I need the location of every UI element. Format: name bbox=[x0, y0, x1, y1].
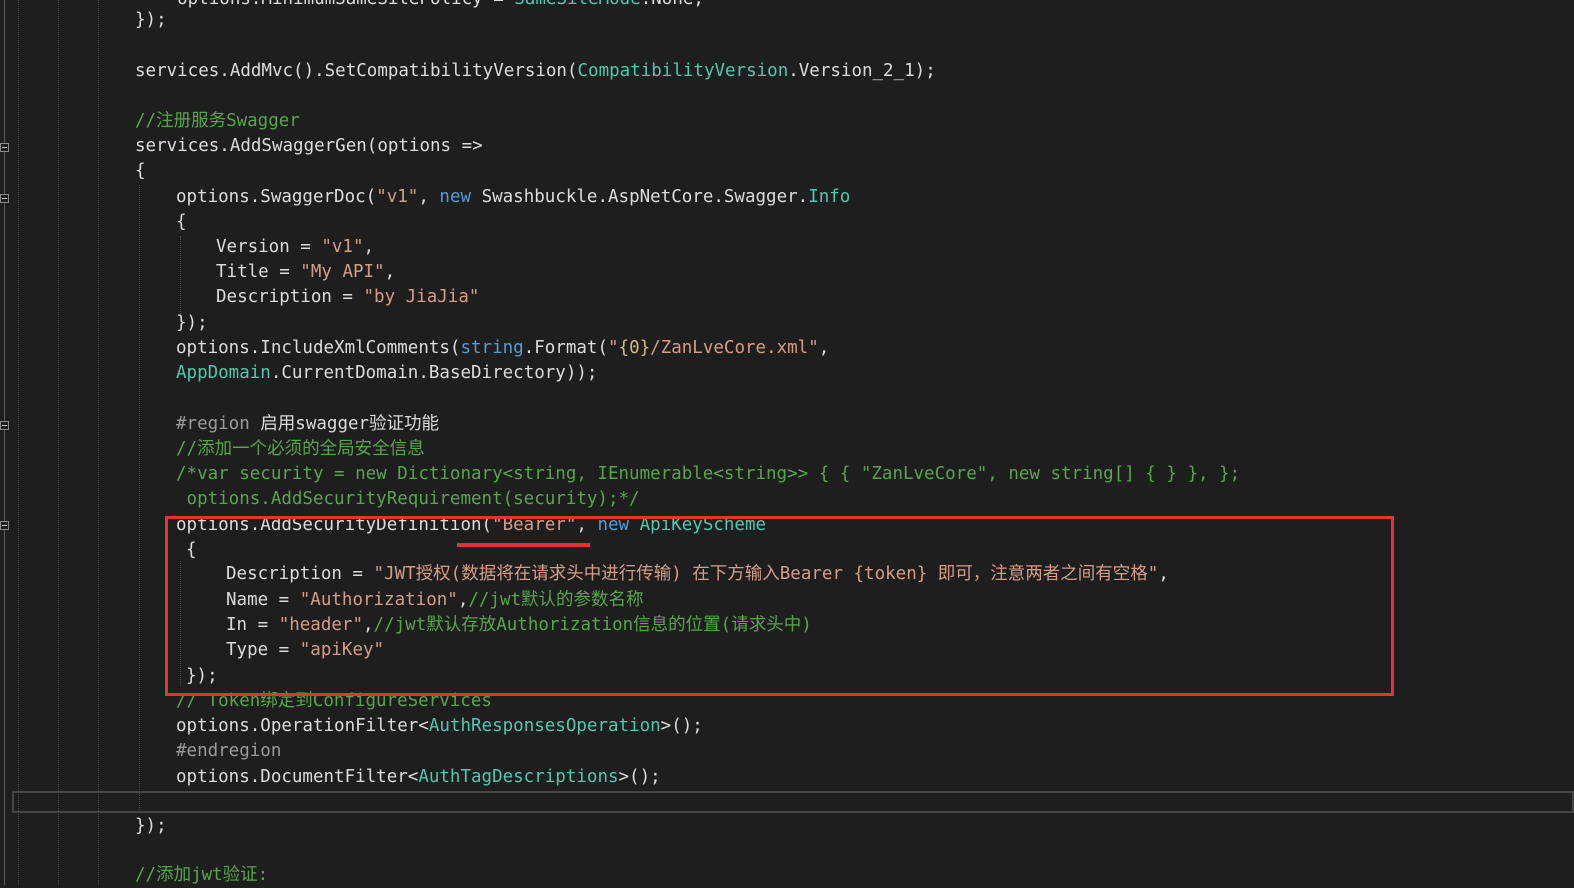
code-token: .Format( bbox=[523, 338, 608, 358]
code-token: }); bbox=[176, 313, 208, 333]
annotation-highlight-box bbox=[165, 516, 1394, 696]
code-token: /ZanLveCore.xml" bbox=[650, 338, 819, 358]
code-token: { bbox=[135, 161, 146, 181]
code-line[interactable]: }); bbox=[176, 311, 208, 336]
code-token: , bbox=[384, 262, 396, 282]
code-line[interactable]: #region 启用swagger验证功能 bbox=[176, 412, 439, 437]
code-token: CompatibilityVersion bbox=[577, 61, 789, 81]
current-line-highlight bbox=[12, 791, 1574, 813]
code-token: options.AddSecurityRequirement(security)… bbox=[176, 489, 640, 509]
code-token: new bbox=[439, 187, 472, 207]
code-line[interactable]: #endregion bbox=[176, 739, 281, 764]
code-token: #region bbox=[176, 414, 261, 434]
code-line[interactable]: //注册服务Swagger bbox=[135, 109, 300, 134]
code-line[interactable]: options.OperationFilter<AuthResponsesOpe… bbox=[176, 714, 703, 739]
code-token: Version = bbox=[216, 237, 322, 257]
code-token: }); bbox=[135, 10, 167, 30]
code-token: , bbox=[418, 187, 440, 207]
code-token: options.OperationFilter< bbox=[176, 716, 429, 736]
code-token: " bbox=[608, 338, 619, 358]
code-token: //添加jwt验证: bbox=[135, 865, 269, 885]
indent-guide bbox=[139, 185, 140, 810]
code-line[interactable]: }); bbox=[135, 8, 167, 33]
editor-margin-line bbox=[4, 0, 5, 885]
code-token: Swashbuckle.AspNetCore.Swagger. bbox=[471, 187, 809, 207]
code-token: "v1" bbox=[376, 187, 419, 207]
code-token: services.AddMvc().SetCompatibilityVersio… bbox=[135, 61, 578, 81]
code-line[interactable]: { bbox=[135, 159, 146, 184]
code-line[interactable]: }); bbox=[135, 814, 167, 839]
code-token: SameSiteMode bbox=[514, 0, 640, 9]
code-token: 启用swagger验证功能 bbox=[260, 414, 440, 434]
code-line[interactable]: { bbox=[176, 210, 187, 235]
code-token: {0} bbox=[618, 338, 651, 358]
code-token: >(); bbox=[618, 767, 661, 787]
indent-guide bbox=[98, 0, 99, 885]
code-token: .Version_2_1); bbox=[788, 61, 936, 81]
code-token: string bbox=[460, 338, 524, 358]
code-line[interactable]: //添加jwt验证: bbox=[135, 863, 268, 888]
code-token: options.DocumentFilter< bbox=[176, 767, 419, 787]
code-line[interactable]: AppDomain.CurrentDomain.BaseDirectory)); bbox=[176, 361, 597, 386]
code-token: options.MinimumSameSitePolicy = bbox=[135, 0, 514, 9]
code-token: "by JiaJia" bbox=[363, 287, 480, 307]
code-token: #endregion bbox=[176, 741, 282, 761]
code-line[interactable]: options.IncludeXmlComments(string.Format… bbox=[176, 336, 829, 361]
code-token: , bbox=[818, 338, 830, 358]
code-line[interactable]: options.SwaggerDoc("v1", new Swashbuckle… bbox=[176, 185, 850, 210]
code-token: AppDomain bbox=[176, 363, 271, 383]
code-token: .None; bbox=[641, 0, 704, 9]
code-line[interactable]: services.AddSwaggerGen(options => bbox=[135, 134, 483, 159]
code-line[interactable]: //添加一个必须的全局安全信息 bbox=[176, 437, 425, 462]
code-token: AuthTagDescriptions bbox=[418, 767, 619, 787]
indent-guide bbox=[180, 236, 181, 314]
code-line[interactable]: Description = "by JiaJia" bbox=[216, 285, 479, 310]
code-token: services.AddSwaggerGen(options => bbox=[135, 136, 483, 156]
code-line[interactable]: options.AddSecurityRequirement(security)… bbox=[176, 487, 640, 512]
fold-toggle-icon[interactable] bbox=[0, 143, 9, 152]
code-token: options.IncludeXmlComments( bbox=[176, 338, 461, 358]
code-token: /*var security = new Dictionary<string, … bbox=[176, 464, 1241, 484]
code-token: Info bbox=[808, 187, 851, 207]
code-token: Description = bbox=[216, 287, 364, 307]
indent-guide bbox=[18, 0, 19, 885]
code-token: Title = bbox=[216, 262, 301, 282]
code-line[interactable]: options.DocumentFilter<AuthTagDescriptio… bbox=[176, 765, 661, 790]
code-token: "My API" bbox=[300, 262, 385, 282]
indent-guide bbox=[58, 0, 59, 885]
code-token: "v1" bbox=[321, 237, 364, 257]
code-token: options.SwaggerDoc( bbox=[176, 187, 377, 207]
code-line[interactable]: services.AddMvc().SetCompatibilityVersio… bbox=[135, 59, 936, 84]
code-token: >(); bbox=[660, 716, 703, 736]
code-token: //注册服务Swagger bbox=[135, 111, 300, 131]
annotation-underline bbox=[457, 543, 590, 547]
code-editor[interactable]: options.MinimumSameSitePolicy = SameSite… bbox=[0, 0, 1574, 885]
fold-toggle-icon[interactable] bbox=[0, 421, 9, 430]
code-token: , bbox=[363, 237, 375, 257]
code-token: { bbox=[176, 212, 187, 232]
fold-toggle-icon[interactable] bbox=[0, 194, 9, 203]
code-line[interactable]: options.MinimumSameSitePolicy = SameSite… bbox=[135, 0, 704, 12]
code-token: .CurrentDomain.BaseDirectory)); bbox=[270, 363, 598, 383]
code-line[interactable]: Title = "My API", bbox=[216, 260, 395, 285]
fold-toggle-icon[interactable] bbox=[0, 521, 9, 530]
code-token: }); bbox=[135, 816, 167, 836]
code-token: AuthResponsesOperation bbox=[428, 716, 661, 736]
code-line[interactable]: Version = "v1", bbox=[216, 235, 374, 260]
code-token: //添加一个必须的全局安全信息 bbox=[176, 439, 425, 459]
code-line[interactable]: /*var security = new Dictionary<string, … bbox=[176, 462, 1240, 487]
